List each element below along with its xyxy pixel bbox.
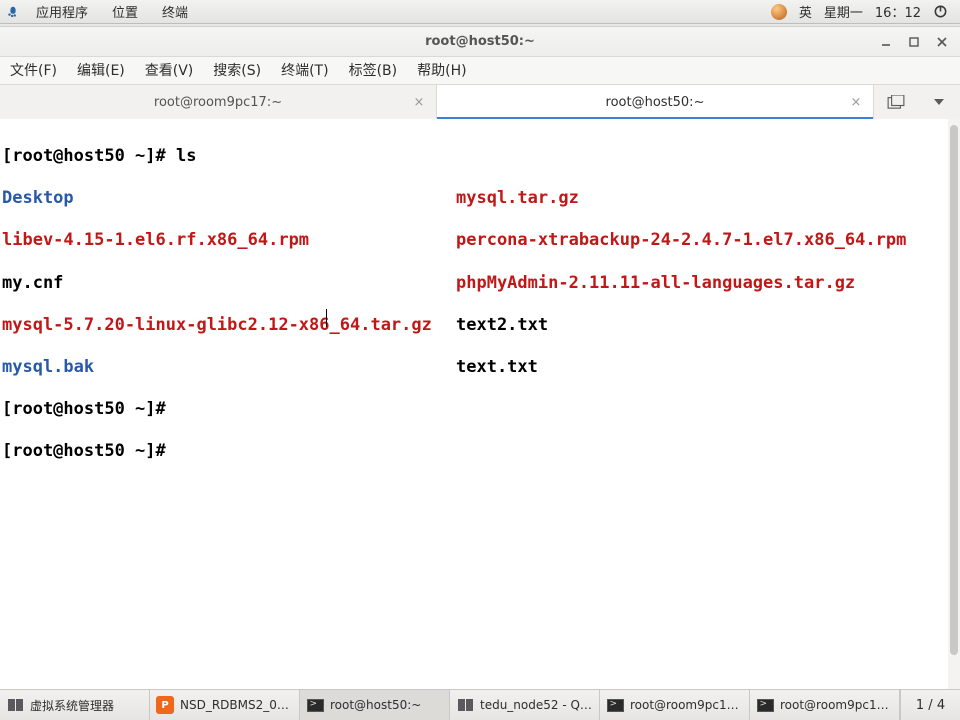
maximize-button[interactable] <box>900 27 928 57</box>
places-menu[interactable]: 位置 <box>100 2 150 21</box>
task-label: root@host50:~ <box>330 698 421 712</box>
task-label: NSD_RDBMS2_0… <box>180 698 289 712</box>
monitors-icon <box>6 696 24 714</box>
tabs-extra <box>874 85 960 119</box>
time-indicator: 16：12 <box>869 2 927 21</box>
tab-room9pc17[interactable]: root@room9pc17:~ × <box>0 85 437 119</box>
workspace-indicator[interactable]: 1 / 4 <box>900 690 960 720</box>
day-indicator: 星期一 <box>818 2 869 21</box>
scrollbar-thumb[interactable] <box>950 125 958 655</box>
task-label: root@room9pc1… <box>780 698 889 712</box>
terminal-area[interactable]: [root@host50 ~]# ls Desktopmysql.tar.gz … <box>0 119 960 690</box>
tab-close-icon[interactable]: × <box>412 95 426 109</box>
new-tab-button[interactable] <box>881 85 911 119</box>
tab-label: root@room9pc17:~ <box>154 95 282 110</box>
user-indicator[interactable] <box>765 4 793 20</box>
titlebar[interactable]: root@host50:~ <box>0 27 960 57</box>
task-tedu-node52[interactable]: tedu_node52 - Q… <box>450 690 600 720</box>
menu-help[interactable]: 帮助(H) <box>407 57 476 85</box>
close-button[interactable] <box>928 27 956 57</box>
terminal-menu[interactable]: 终端 <box>150 2 200 21</box>
menu-file[interactable]: 文件(F) <box>0 57 67 85</box>
window-buttons <box>872 27 956 57</box>
task-virt-manager[interactable]: 虚拟系统管理器 <box>0 690 150 720</box>
dir-mysql-bak: mysql.bak <box>2 357 456 378</box>
task-label: 虚拟系统管理器 <box>30 697 114 714</box>
tabs-overflow-button[interactable] <box>924 85 954 119</box>
menu-view[interactable]: 查看(V) <box>135 57 204 85</box>
file-phpmyadmin: phpMyAdmin-2.11.11-all-languages.tar.gz <box>456 273 958 294</box>
ime-indicator[interactable]: 英 <box>793 2 818 21</box>
text-cursor <box>326 309 327 327</box>
tab-label: root@host50:~ <box>606 95 705 110</box>
file-percona-rpm: percona-xtrabackup-24-2.4.7-1.el7.x86_64… <box>456 230 958 251</box>
prompt-line: [root@host50 ~]# <box>2 441 176 462</box>
terminal-icon <box>756 696 774 714</box>
orange-app-icon: P <box>156 696 174 714</box>
power-icon[interactable] <box>927 4 954 19</box>
applications-menu[interactable]: 应用程序 <box>24 2 100 21</box>
tab-host50[interactable]: root@host50:~ × <box>437 85 874 119</box>
file-text: text.txt <box>456 357 958 378</box>
terminal-scrollbar[interactable] <box>948 119 960 690</box>
tab-close-icon[interactable]: × <box>849 95 863 109</box>
menu-edit[interactable]: 编辑(E) <box>67 57 135 85</box>
dir-desktop: Desktop <box>2 188 456 209</box>
file-mysql-5-7-tar-gz: mysql-5.7.20-linux-glibc2.12-x86_64.tar.… <box>2 315 456 336</box>
foot-icon <box>6 5 20 19</box>
menu-tabs[interactable]: 标签(B) <box>339 57 408 85</box>
task-label: tedu_node52 - Q… <box>480 698 592 712</box>
file-mysql-tar-gz: mysql.tar.gz <box>456 188 958 209</box>
minimize-button[interactable] <box>872 27 900 57</box>
terminal-icon <box>606 696 624 714</box>
file-text2: text2.txt <box>456 315 958 336</box>
prompt-line: [root@host50 ~]# <box>2 399 176 420</box>
task-terminal-room9pc1-a[interactable]: root@room9pc1… <box>600 690 750 720</box>
file-my-cnf: my.cnf <box>2 273 456 294</box>
tabs-row: root@room9pc17:~ × root@host50:~ × <box>0 85 960 119</box>
task-terminal-host50[interactable]: root@host50:~ <box>300 690 450 720</box>
terminal-content: [root@host50 ~]# ls Desktopmysql.tar.gz … <box>0 119 960 510</box>
file-libev-rpm: libev-4.15-1.el6.rf.x86_64.rpm <box>2 230 456 251</box>
taskbar: 虚拟系统管理器 P NSD_RDBMS2_0… root@host50:~ te… <box>0 689 960 720</box>
top-panel: 应用程序 位置 终端 英 星期一 16：12 <box>0 0 960 24</box>
window-title: root@host50:~ <box>425 34 535 49</box>
menu-terminal[interactable]: 终端(T) <box>271 57 338 85</box>
task-terminal-room9pc1-b[interactable]: root@room9pc1… <box>750 690 900 720</box>
user-orb-icon <box>771 4 787 20</box>
menubar: 文件(F) 编辑(E) 查看(V) 搜索(S) 终端(T) 标签(B) 帮助(H… <box>0 57 960 85</box>
task-label: root@room9pc1… <box>630 698 739 712</box>
task-nsd-doc[interactable]: P NSD_RDBMS2_0… <box>150 690 300 720</box>
menu-search[interactable]: 搜索(S) <box>203 57 271 85</box>
monitors-icon <box>456 696 474 714</box>
terminal-icon <box>306 696 324 714</box>
terminal-window: root@host50:~ 文件(F) 编辑(E) 查看(V) 搜索(S) 终端… <box>0 26 960 689</box>
